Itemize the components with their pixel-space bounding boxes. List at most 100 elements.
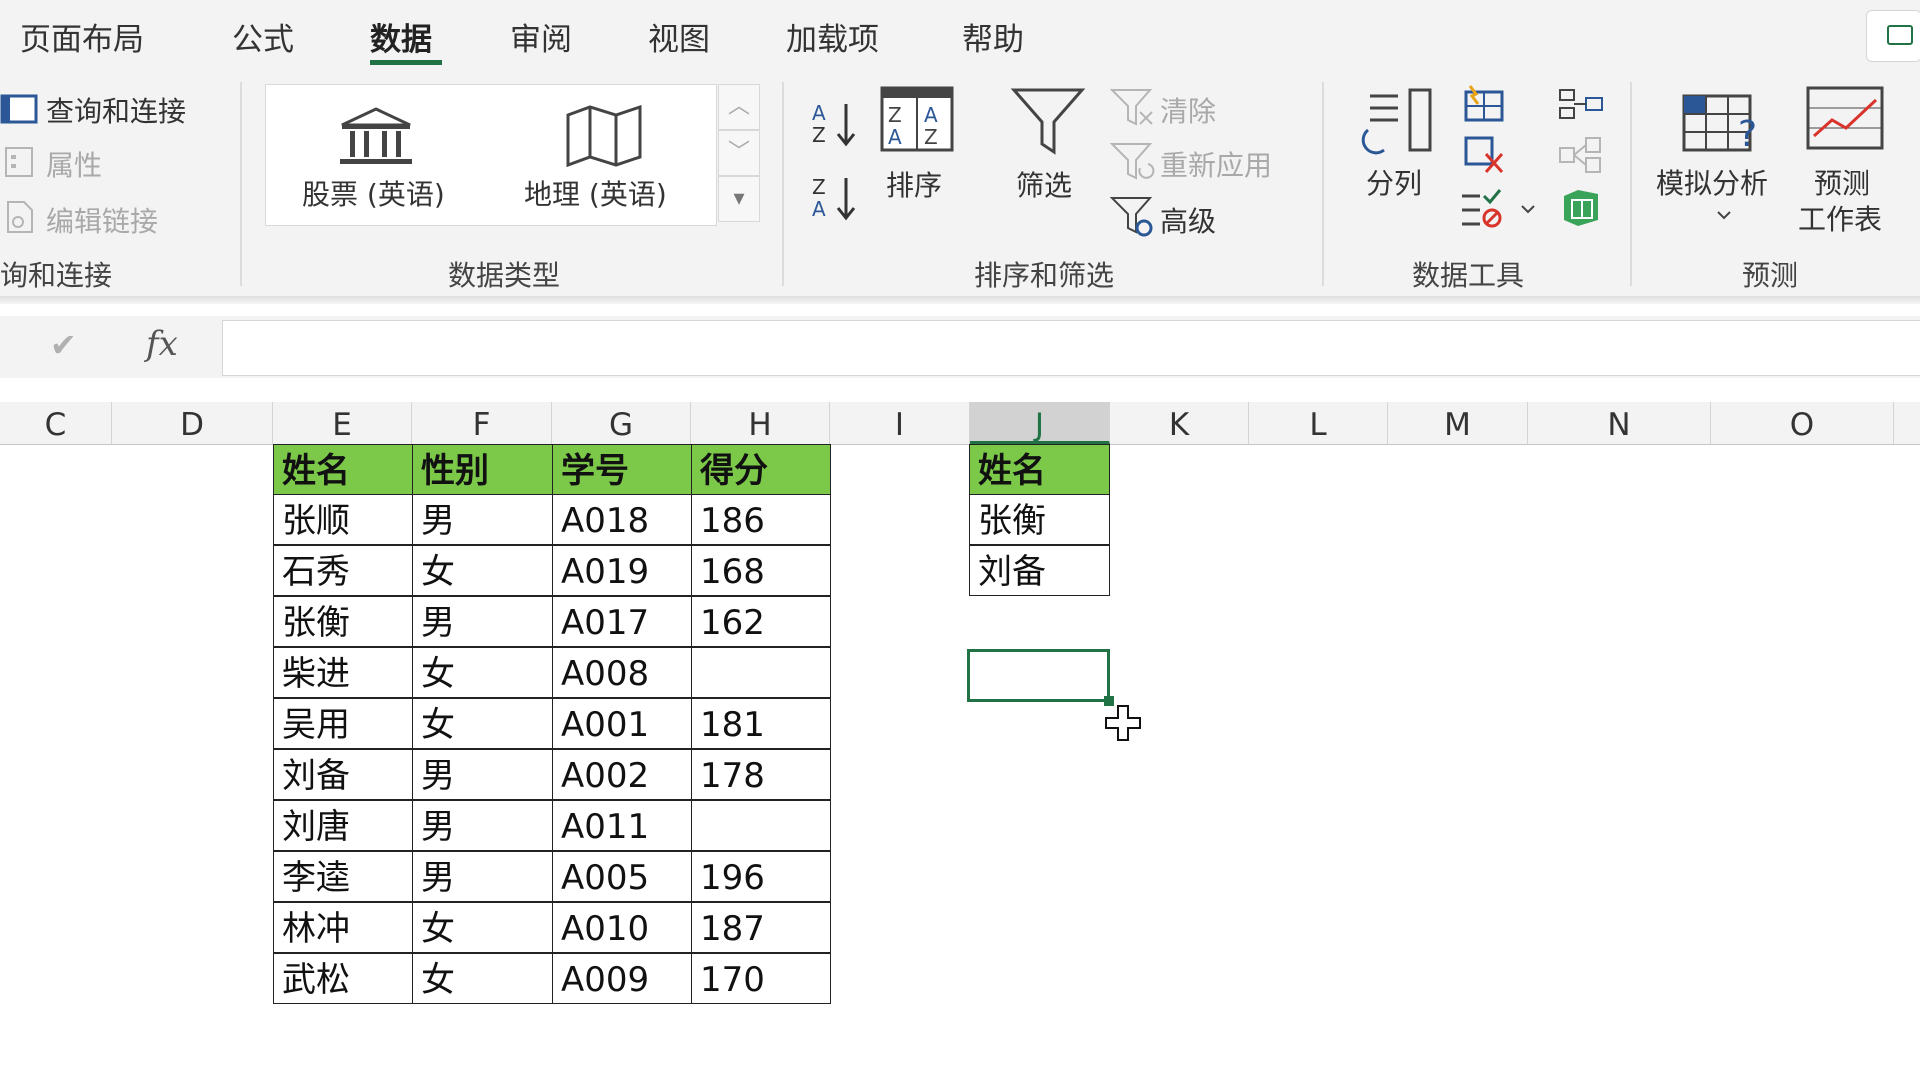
relationships-icon[interactable] [1558, 136, 1604, 176]
properties-button[interactable]: 属性 [46, 144, 102, 184]
tab-data[interactable]: 数据 [370, 14, 432, 59]
table-cell[interactable]: 170 [691, 953, 831, 1004]
filter-button[interactable]: 筛选 [1016, 164, 1072, 204]
table-header-id[interactable]: 学号 [552, 444, 692, 495]
reapply-button[interactable]: 重新应用 [1160, 144, 1272, 184]
column-header-n[interactable]: N [1528, 402, 1711, 444]
column-header-c[interactable]: C [0, 402, 112, 444]
table-cell[interactable]: A011 [552, 800, 692, 851]
table-cell[interactable]: 女 [412, 647, 553, 698]
column-header-o[interactable]: O [1711, 402, 1894, 444]
tab-view[interactable]: 视图 [648, 14, 710, 59]
column-header-h[interactable]: H [691, 402, 830, 444]
tab-formulas[interactable]: 公式 [232, 14, 294, 59]
table-cell[interactable]: A008 [552, 647, 692, 698]
table-cell[interactable]: A001 [552, 698, 692, 749]
criteria-header-name[interactable]: 姓名 [969, 444, 1110, 495]
flash-fill-icon[interactable] [1462, 84, 1506, 124]
column-header-e[interactable]: E [273, 402, 412, 444]
table-cell[interactable]: 男 [412, 494, 553, 545]
table-cell[interactable]: 女 [412, 953, 553, 1004]
table-cell[interactable]: 柴进 [273, 647, 413, 698]
table-cell[interactable]: 168 [691, 545, 831, 596]
table-cell[interactable]: 张衡 [273, 596, 413, 647]
formula-input[interactable] [222, 320, 1920, 376]
table-cell[interactable]: 女 [412, 698, 553, 749]
table-cell[interactable] [691, 647, 831, 698]
table-header-score[interactable]: 得分 [691, 444, 831, 495]
gallery-more-button[interactable]: ▾ [718, 176, 760, 222]
column-header-m[interactable]: M [1388, 402, 1528, 444]
tab-addins[interactable]: 加载项 [786, 14, 879, 59]
chevron-down-icon[interactable] [1520, 202, 1536, 216]
column-header-g[interactable]: G [552, 402, 691, 444]
data-validation-icon[interactable] [1458, 186, 1508, 230]
table-cell[interactable]: 男 [412, 596, 553, 647]
remove-duplicates-icon[interactable] [1462, 134, 1506, 174]
data-model-icon[interactable] [1558, 186, 1604, 228]
text-to-columns-button[interactable]: 分列 [1366, 162, 1422, 202]
table-cell[interactable]: 吴用 [273, 698, 413, 749]
table-cell[interactable]: A017 [552, 596, 692, 647]
criteria-cell[interactable]: 张衡 [969, 494, 1110, 545]
edit-links-button[interactable]: 编辑链接 [46, 200, 158, 240]
table-cell[interactable]: 181 [691, 698, 831, 749]
column-header-l[interactable]: L [1249, 402, 1388, 444]
table-cell[interactable]: 李逵 [273, 851, 413, 902]
queries-connections-button[interactable]: 查询和连接 [46, 90, 186, 130]
table-header-gender[interactable]: 性别 [412, 444, 553, 495]
what-if-analysis-button[interactable]: 模拟分析 [1656, 162, 1768, 202]
table-cell[interactable]: 186 [691, 494, 831, 545]
table-cell[interactable]: 女 [412, 902, 553, 953]
table-cell[interactable]: A009 [552, 953, 692, 1004]
geography-button[interactable]: 地理 (英语) [524, 173, 667, 213]
table-cell[interactable]: 196 [691, 851, 831, 902]
table-cell[interactable]: 刘备 [273, 749, 413, 800]
table-cell[interactable]: 男 [412, 749, 553, 800]
column-header-d[interactable]: D [112, 402, 273, 444]
active-cell-selection[interactable] [967, 649, 1110, 702]
table-cell[interactable]: 187 [691, 902, 831, 953]
stocks-button[interactable]: 股票 (英语) [302, 173, 445, 213]
table-cell[interactable]: 男 [412, 851, 553, 902]
table-cell[interactable]: 刘唐 [273, 800, 413, 851]
table-cell[interactable]: A005 [552, 851, 692, 902]
table-cell[interactable]: A018 [552, 494, 692, 545]
column-header-k[interactable]: K [1110, 402, 1249, 444]
table-cell[interactable]: 178 [691, 749, 831, 800]
forecast-sheet-button-line1[interactable]: 预测 [1814, 162, 1870, 202]
enter-check-icon[interactable]: ✔ [50, 326, 77, 364]
sort-a-to-z-icon[interactable]: A Z [810, 100, 858, 148]
table-cell[interactable] [691, 800, 831, 851]
tab-page-layout[interactable]: 页面布局 [20, 14, 144, 59]
forecast-sheet-button-line2[interactable]: 工作表 [1798, 198, 1882, 238]
clear-button[interactable]: 清除 [1160, 90, 1216, 130]
table-cell[interactable]: 男 [412, 800, 553, 851]
table-cell[interactable]: 女 [412, 545, 553, 596]
table-header-name[interactable]: 姓名 [273, 444, 413, 495]
comments-button[interactable] [1866, 10, 1920, 62]
tab-review[interactable]: 审阅 [510, 14, 572, 59]
consolidate-icon[interactable] [1558, 86, 1604, 122]
svg-text:A: A [812, 101, 826, 125]
table-cell[interactable]: 162 [691, 596, 831, 647]
column-header-f[interactable]: F [412, 402, 552, 444]
gallery-scroll-up-button[interactable]: ︿ [718, 84, 760, 130]
table-cell[interactable]: 武松 [273, 953, 413, 1004]
table-cell[interactable]: 林冲 [273, 902, 413, 953]
chevron-down-icon[interactable] [1716, 208, 1732, 222]
table-cell[interactable]: A019 [552, 545, 692, 596]
table-cell[interactable]: 石秀 [273, 545, 413, 596]
gallery-scroll-down-button[interactable]: ﹀ [718, 130, 760, 176]
sort-z-to-a-icon[interactable]: Z A [810, 174, 858, 222]
tab-help[interactable]: 帮助 [962, 14, 1024, 59]
criteria-cell[interactable]: 刘备 [969, 545, 1110, 596]
insert-function-button[interactable]: fx [146, 324, 178, 364]
advanced-button[interactable]: 高级 [1160, 200, 1216, 240]
column-header-i[interactable]: I [830, 402, 970, 444]
column-header-j[interactable]: J [970, 402, 1110, 444]
sort-button[interactable]: 排序 [886, 164, 942, 204]
table-cell[interactable]: A010 [552, 902, 692, 953]
table-cell[interactable]: A002 [552, 749, 692, 800]
table-cell[interactable]: 张顺 [273, 494, 413, 545]
